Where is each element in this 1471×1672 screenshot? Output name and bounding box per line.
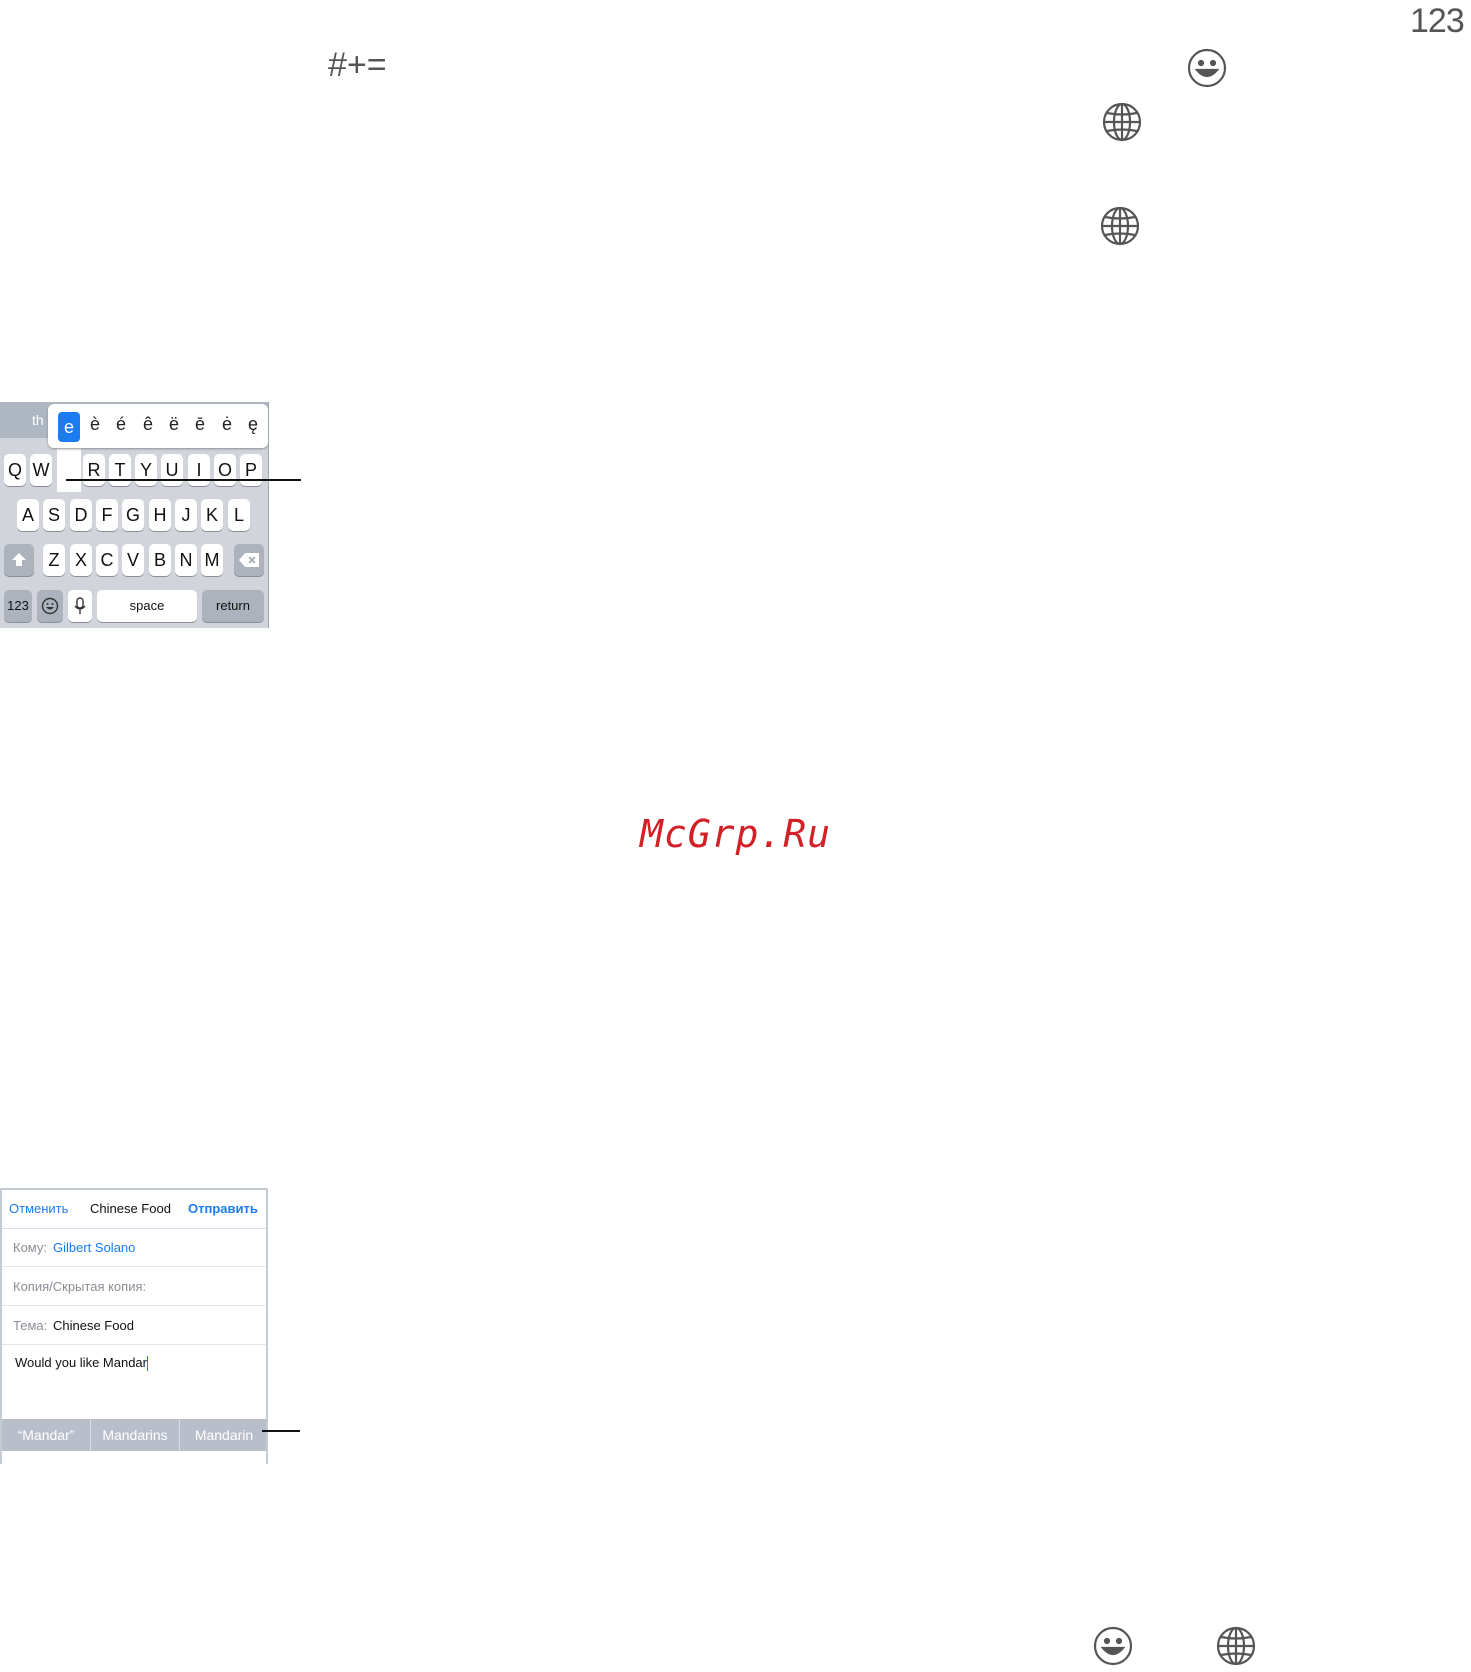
key-stub (163, 1452, 185, 1464)
dictation-key[interactable] (68, 590, 92, 622)
key-stub (58, 1452, 80, 1464)
accent-option[interactable]: ę (242, 414, 264, 435)
send-button[interactable]: Отправить (188, 1201, 258, 1216)
mail-title: Chinese Food (90, 1201, 171, 1216)
accent-popup: e è é ê ë ē ė ę (48, 404, 268, 448)
mail-compose-figure: Отменить Chinese Food Отправить Кому: Gi… (0, 1188, 268, 1464)
globe-icon (1102, 102, 1142, 142)
accent-option[interactable]: ê (137, 414, 159, 435)
key-x[interactable]: X (70, 544, 92, 576)
key-stub (242, 1452, 264, 1464)
space-key[interactable]: space (97, 590, 197, 622)
key-i[interactable]: I (188, 454, 210, 486)
key-t[interactable]: T (109, 454, 131, 486)
symbols-key-label: #+= (328, 46, 387, 84)
key-g[interactable]: G (122, 499, 144, 531)
cc-label: Копия/Скрытая копия: (13, 1279, 147, 1294)
delete-icon (239, 553, 259, 567)
emoji-icon (1093, 1626, 1133, 1666)
key-stub (190, 1452, 212, 1464)
cc-row[interactable]: Копия/Скрытая копия: (2, 1267, 266, 1306)
to-recipient[interactable]: Gilbert Solano (53, 1240, 135, 1255)
key-y[interactable]: Y (135, 454, 157, 486)
popup-stem (57, 442, 81, 492)
key-p[interactable]: P (240, 454, 262, 486)
key-stub (111, 1452, 133, 1464)
key-stub (85, 1452, 107, 1464)
shift-key[interactable] (4, 544, 34, 576)
to-label: Кому: (13, 1240, 47, 1255)
key-s[interactable]: S (43, 499, 65, 531)
suggestion-item[interactable]: Mandarins (91, 1419, 180, 1451)
subject-value[interactable]: Chinese Food (53, 1318, 134, 1333)
predictive-bar: “Mandar” Mandarins Mandarin (2, 1419, 266, 1451)
subject-label: Тема: (13, 1318, 48, 1333)
accent-option[interactable]: ë (163, 414, 185, 435)
key-stub (32, 1452, 54, 1464)
key-d[interactable]: D (70, 499, 92, 531)
callout-line (262, 1430, 300, 1432)
emoji-key[interactable] (37, 590, 63, 622)
watermark: McGrp.Ru (640, 812, 832, 856)
key-k[interactable]: K (201, 499, 223, 531)
emoji-icon (1187, 48, 1227, 88)
key-u[interactable]: U (161, 454, 183, 486)
key-a[interactable]: A (17, 499, 39, 531)
key-n[interactable]: N (175, 544, 197, 576)
key-r[interactable]: R (83, 454, 105, 486)
text-cursor (147, 1356, 148, 1372)
globe-icon (1100, 206, 1140, 246)
page-number: 123 (1410, 2, 1465, 40)
key-f[interactable]: F (96, 499, 118, 531)
keyboard-figure: th e è é ê ë ē ė ę Q W R T Y U I O P A S… (0, 402, 269, 628)
key-c[interactable]: C (96, 544, 118, 576)
subject-row[interactable]: Тема: Chinese Food (2, 1306, 266, 1345)
suggestion-item[interactable]: Mandarin (180, 1419, 266, 1451)
shift-icon (12, 553, 26, 566)
accent-option[interactable]: ė (216, 414, 238, 435)
emoji-icon (41, 597, 59, 615)
accent-option[interactable]: è (84, 414, 106, 435)
key-j[interactable]: J (175, 499, 197, 531)
key-q[interactable]: Q (4, 454, 26, 486)
callout-line (66, 479, 301, 481)
accent-option[interactable]: e (58, 412, 80, 442)
body-text: Would you like Mandar (15, 1355, 147, 1370)
key-z[interactable]: Z (43, 544, 65, 576)
numbers-key[interactable]: 123 (4, 590, 32, 622)
to-row[interactable]: Кому: Gilbert Solano (2, 1228, 266, 1267)
key-m[interactable]: M (201, 544, 223, 576)
key-stub (216, 1452, 238, 1464)
accent-option[interactable]: é (110, 414, 132, 435)
accent-option[interactable]: ē (189, 414, 211, 435)
cancel-button[interactable]: Отменить (9, 1201, 68, 1216)
delete-key[interactable] (234, 544, 264, 576)
key-o[interactable]: O (214, 454, 236, 486)
key-stub (137, 1452, 159, 1464)
key-b[interactable]: B (149, 544, 171, 576)
key-v[interactable]: V (122, 544, 144, 576)
key-h[interactable]: H (149, 499, 171, 531)
return-key[interactable]: return (202, 590, 264, 622)
suggestion-item[interactable]: “Mandar” (2, 1419, 91, 1451)
globe-icon (1216, 1626, 1256, 1666)
microphone-icon (74, 597, 86, 614)
key-w[interactable]: W (30, 454, 52, 486)
key-stub (6, 1452, 28, 1464)
topbar-fragment: th (32, 412, 44, 428)
mail-body[interactable]: Would you like Mandar (15, 1355, 148, 1372)
key-l[interactable]: L (228, 499, 250, 531)
mail-header: Отменить Chinese Food Отправить (2, 1190, 266, 1229)
